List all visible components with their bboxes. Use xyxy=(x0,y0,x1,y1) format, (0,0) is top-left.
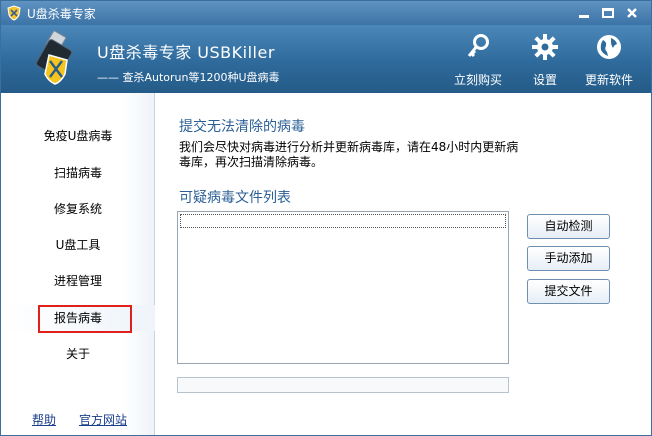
key-icon xyxy=(467,34,489,58)
suspicious-file-list[interactable] xyxy=(177,211,509,364)
sidebar-item-usb-tools[interactable]: U盘工具 xyxy=(1,232,155,258)
buy-now-button[interactable]: 立刻购买 xyxy=(448,31,508,89)
product-subtitle: —— 查杀Autorun等1200种U盘病毒 xyxy=(97,71,280,84)
help-link[interactable]: 帮助 xyxy=(32,411,56,428)
section-title: 提交无法清除的病毒 xyxy=(179,119,305,135)
sidebar-item-repair[interactable]: 修复系统 xyxy=(1,196,155,222)
sidebar-item-scan[interactable]: 扫描病毒 xyxy=(1,160,155,186)
section-description: 我们会尽快对病毒进行分析并更新病毒库，请在48小时内更新病毒库，再次扫描清除病毒… xyxy=(179,140,519,169)
file-list-title: 可疑病毒文件列表 xyxy=(179,190,291,206)
usb-shield-icon xyxy=(35,31,73,85)
maximize-icon xyxy=(602,8,614,18)
sidebar-nav: 免疫U盘病毒 扫描病毒 修复系统 U盘工具 进程管理 报告病毒 关于 帮助 官方… xyxy=(1,93,155,435)
close-icon xyxy=(627,8,637,18)
sidebar-item-about[interactable]: 关于 xyxy=(1,341,155,367)
sidebar-item-process[interactable]: 进程管理 xyxy=(1,268,155,294)
list-focus-row xyxy=(180,214,506,228)
window-title: U盘杀毒专家 xyxy=(27,7,96,21)
title-bar[interactable]: U盘杀毒专家 xyxy=(1,1,651,25)
settings-label: 设置 xyxy=(532,73,557,87)
gear-icon xyxy=(532,34,558,60)
globe-icon xyxy=(597,35,621,59)
submit-file-button[interactable]: 提交文件 xyxy=(527,279,610,304)
active-item-highlight xyxy=(38,305,132,333)
product-name: U盘杀毒专家 USBKiller xyxy=(97,43,275,62)
website-link[interactable]: 官方网站 xyxy=(79,411,127,428)
minimize-icon xyxy=(579,15,589,18)
progress-bar xyxy=(177,377,509,393)
shield-icon xyxy=(7,5,21,21)
minimize-button[interactable] xyxy=(575,4,593,22)
auto-detect-button[interactable]: 自动检测 xyxy=(527,214,610,239)
update-software-button[interactable]: 更新软件 xyxy=(579,31,639,89)
app-window: U盘杀毒专家 U盘杀毒专家 USBKiller —— 查杀Autorun等120… xyxy=(0,0,652,436)
buy-now-label: 立刻购买 xyxy=(453,73,502,87)
settings-button[interactable]: 设置 xyxy=(523,31,567,89)
main-panel: 提交无法清除的病毒 我们会尽快对病毒进行分析并更新病毒库，请在48小时内更新病毒… xyxy=(156,93,651,435)
manual-add-button[interactable]: 手动添加 xyxy=(527,246,610,271)
close-button[interactable] xyxy=(623,4,641,22)
sidebar-item-immunize[interactable]: 免疫U盘病毒 xyxy=(1,123,155,149)
header-banner: U盘杀毒专家 USBKiller —— 查杀Autorun等1200种U盘病毒 … xyxy=(1,25,651,93)
maximize-button[interactable] xyxy=(599,4,617,22)
update-software-label: 更新软件 xyxy=(584,73,633,87)
